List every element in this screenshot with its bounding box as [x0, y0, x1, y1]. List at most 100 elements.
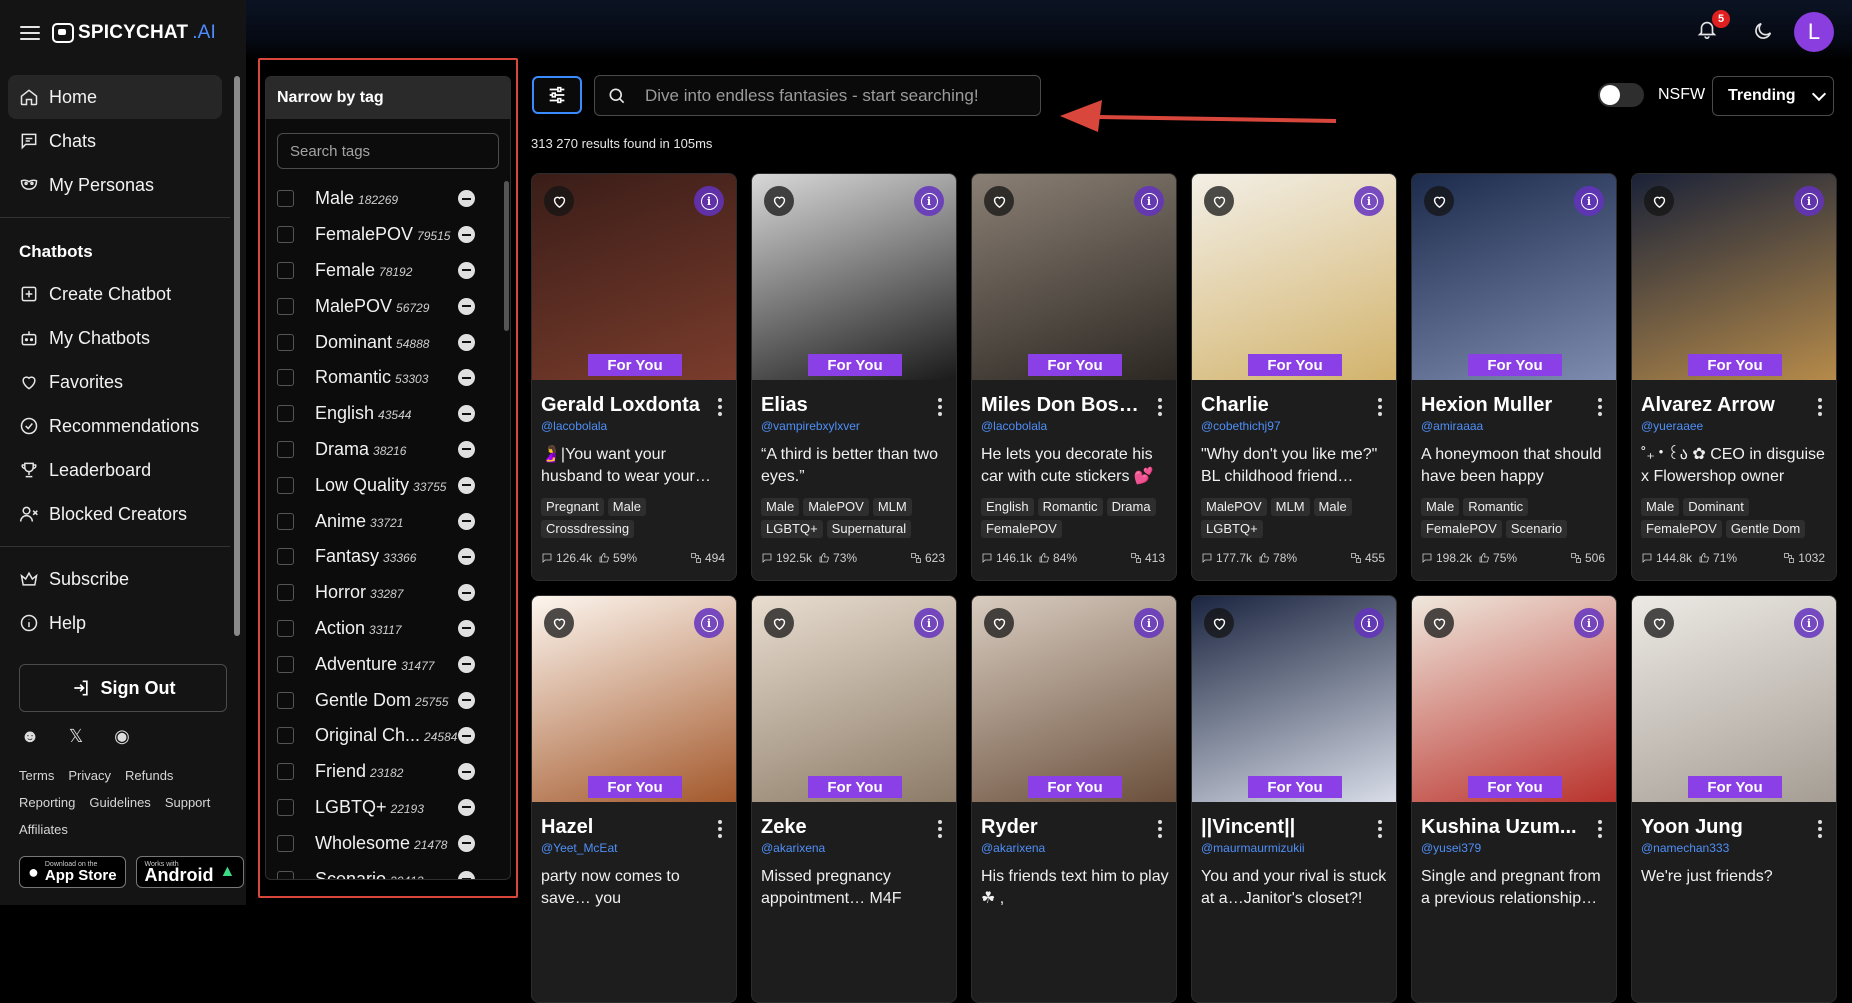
tag-search-input[interactable] [277, 133, 499, 169]
tag-checkbox[interactable] [277, 691, 294, 709]
tag-checkbox[interactable] [277, 763, 294, 781]
card-tag[interactable]: Male [1421, 498, 1460, 516]
favorite-heart-icon[interactable] [1644, 186, 1674, 216]
footer-link-support[interactable]: Support [165, 793, 211, 812]
exclude-tag-icon[interactable] [458, 297, 475, 315]
card-title[interactable]: Miles Don Bosco [981, 394, 1141, 417]
nav-favorites[interactable]: Favorites [8, 360, 222, 404]
exclude-tag-icon[interactable] [458, 190, 475, 208]
creator-handle[interactable]: @akarixena [761, 841, 825, 855]
favorite-heart-icon[interactable] [1204, 186, 1234, 216]
tag-checkbox[interactable] [277, 190, 294, 208]
card-tag[interactable]: Male [1641, 498, 1680, 516]
favorite-heart-icon[interactable] [1644, 608, 1674, 638]
exclude-tag-icon[interactable] [458, 798, 475, 816]
card-tag[interactable]: Male [761, 498, 800, 516]
info-icon[interactable]: i [1134, 608, 1164, 638]
creator-handle[interactable]: @cobethichj97 [1201, 419, 1281, 433]
tag-checkbox[interactable] [277, 476, 294, 494]
creator-handle[interactable]: @namechan333 [1641, 841, 1729, 855]
reddit-icon[interactable]: ◉ [111, 726, 133, 747]
card-tag[interactable]: FemalePOV [1641, 520, 1722, 538]
sidebar-scrollbar[interactable] [232, 64, 242, 654]
favorite-heart-icon[interactable] [1424, 608, 1454, 638]
info-icon[interactable]: i [1574, 608, 1604, 638]
tag-row[interactable]: Gentle Dom 25755 [266, 682, 502, 718]
card-title[interactable]: Alvarez Arrow [1641, 394, 1801, 417]
footer-link-reporting[interactable]: Reporting [19, 793, 75, 812]
user-avatar[interactable]: L [1794, 12, 1834, 52]
card-tag[interactable]: Romantic [1037, 498, 1103, 516]
menu-icon[interactable] [20, 26, 40, 40]
tag-checkbox[interactable] [277, 369, 294, 387]
nav-recommendations[interactable]: Recommendations [8, 404, 222, 448]
chatbot-card[interactable]: i For You Kushina Uzum... @yusei379 Single a… [1411, 595, 1617, 1003]
card-tag[interactable]: Scenario [1505, 520, 1568, 538]
info-icon[interactable]: i [694, 608, 724, 638]
more-options-icon[interactable] [1158, 820, 1162, 838]
nav-my-chatbots[interactable]: My Chatbots [8, 316, 222, 360]
nav-home[interactable]: Home [8, 75, 222, 119]
tag-row[interactable]: Low Quality 33755 [266, 467, 502, 503]
tag-row[interactable]: Wholesome 21478 [266, 825, 502, 861]
favorite-heart-icon[interactable] [1204, 608, 1234, 638]
card-tag[interactable]: MalePOV [803, 498, 869, 516]
exclude-tag-icon[interactable] [458, 691, 475, 709]
card-title[interactable]: Elias [761, 394, 921, 417]
favorite-heart-icon[interactable] [984, 186, 1014, 216]
card-title[interactable]: Gerald Loxdonta [541, 394, 701, 417]
more-options-icon[interactable] [1598, 398, 1602, 416]
card-tag[interactable]: Romantic [1463, 498, 1529, 516]
x-twitter-icon[interactable]: 𝕏 [65, 726, 87, 747]
card-tag[interactable]: MLM [872, 498, 912, 516]
chatbot-card[interactable]: i For You Hexion Muller @amiraaaa A honeymoo… [1411, 173, 1617, 581]
exclude-tag-icon[interactable] [458, 619, 475, 637]
sort-dropdown[interactable]: Trending [1712, 76, 1834, 116]
creator-handle[interactable]: @yueraaee [1641, 419, 1703, 433]
tag-row[interactable]: FemalePOV 79515 [266, 217, 502, 253]
sign-out-button[interactable]: Sign Out [19, 664, 227, 712]
card-title[interactable]: Charlie [1201, 394, 1361, 417]
card-title[interactable]: Hexion Muller [1421, 394, 1581, 417]
more-options-icon[interactable] [718, 820, 722, 838]
info-icon[interactable]: i [1574, 186, 1604, 216]
creator-handle[interactable]: @Yeet_McEat [541, 841, 617, 855]
card-tag[interactable]: Male [607, 498, 646, 516]
creator-handle[interactable]: @maurmaurmizukii [1201, 841, 1305, 855]
footer-link-privacy[interactable]: Privacy [68, 766, 111, 785]
info-icon[interactable]: i [694, 186, 724, 216]
tag-checkbox[interactable] [277, 226, 294, 244]
creator-handle[interactable]: @lacobolala [541, 419, 607, 433]
card-tag[interactable]: Pregnant [541, 498, 604, 516]
exclude-tag-icon[interactable] [458, 226, 475, 244]
card-tag[interactable]: LGBTQ+ [1201, 520, 1263, 538]
tag-checkbox[interactable] [277, 834, 294, 852]
info-icon[interactable]: i [914, 186, 944, 216]
info-icon[interactable]: i [914, 608, 944, 638]
tag-row[interactable]: Horror 33287 [266, 575, 502, 611]
favorite-heart-icon[interactable] [1424, 186, 1454, 216]
app-store-badge[interactable]: ● Download on the App Store [19, 856, 126, 888]
tag-list-scrollbar[interactable] [504, 181, 509, 331]
tag-row[interactable]: Male 182269 [266, 181, 502, 217]
tag-row[interactable]: MalePOV 56729 [266, 288, 502, 324]
tag-row[interactable]: Dominant 54888 [266, 324, 502, 360]
nav-my-personas[interactable]: My Personas [8, 163, 222, 207]
card-tag[interactable]: FemalePOV [1421, 520, 1502, 538]
tag-row[interactable]: Fantasy 33366 [266, 539, 502, 575]
tag-row[interactable]: LGBTQ+ 22193 [266, 790, 502, 826]
tag-checkbox[interactable] [277, 870, 294, 879]
chatbot-card[interactable]: i For You ||Vincent|| @maurmaurmizukii You a… [1191, 595, 1397, 1003]
tag-row[interactable]: Action 33117 [266, 611, 502, 647]
info-icon[interactable]: i [1134, 186, 1164, 216]
tag-checkbox[interactable] [277, 727, 294, 745]
footer-link-guidelines[interactable]: Guidelines [89, 793, 150, 812]
info-icon[interactable]: i [1354, 608, 1384, 638]
card-tag[interactable]: MalePOV [1201, 498, 1267, 516]
chatbot-card[interactable]: i For You Alvarez Arrow @yueraaee ˚₊‧꒰ა ✿ CE… [1631, 173, 1837, 581]
creator-handle[interactable]: @akarixena [981, 841, 1045, 855]
filter-toggle-button[interactable] [532, 76, 582, 114]
more-options-icon[interactable] [1378, 820, 1382, 838]
tag-checkbox[interactable] [277, 440, 294, 458]
nsfw-toggle[interactable] [1598, 83, 1644, 107]
